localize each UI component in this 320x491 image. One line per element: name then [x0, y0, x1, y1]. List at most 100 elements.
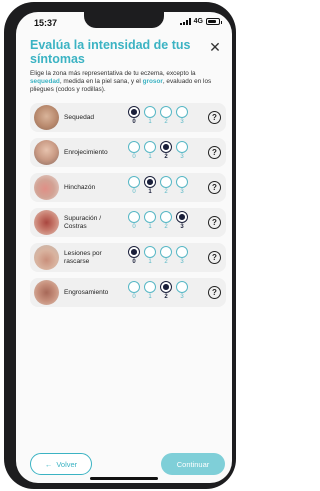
symptom-list: Sequedad 0 1 2 3? Enrojecimiento 0 1 2 3? Hinchazó… [30, 103, 226, 313]
intensity-value-label: 1 [148, 224, 152, 230]
symptom-row: Supuración / Costras 0 1 2 3? [30, 208, 226, 237]
symptom-label: Hinchazón [64, 183, 96, 191]
intensity-radio-2[interactable] [160, 211, 172, 223]
intensity-scale: 0 1 2 3 [128, 141, 188, 165]
intro-text-part: Elige la zona más representativa de tu e… [30, 70, 196, 77]
battery-icon [206, 18, 222, 25]
close-icon[interactable]: ✕ [208, 40, 222, 54]
intensity-value-label: 3 [180, 189, 184, 195]
intensity-value-label: 2 [164, 259, 168, 265]
help-icon[interactable]: ? [208, 216, 221, 229]
intensity-value-label: 2 [164, 154, 168, 160]
symptom-photo [34, 280, 59, 305]
symptom-row: Hinchazón 0 1 2 3? [30, 173, 226, 202]
back-button-label: Volver [56, 459, 78, 469]
phone-frame: 15:37 4G Evalúa la intensidad de tus sín… [4, 2, 236, 489]
intensity-radio-0[interactable] [128, 176, 140, 188]
intensity-value-label: 2 [164, 189, 168, 195]
intensity-value-label: 2 [164, 224, 168, 230]
status-indicators: 4G [179, 18, 222, 25]
intensity-value-label: 1 [148, 154, 152, 160]
symptom-photo [34, 140, 59, 165]
intensity-value-label: 3 [180, 224, 184, 230]
intensity-scale: 0 1 2 3 [128, 211, 188, 235]
intensity-radio-1[interactable] [144, 141, 156, 153]
intro-highlight-grosor: grosor [142, 78, 163, 85]
intensity-radio-3[interactable] [176, 211, 188, 223]
intensity-value-label: 2 [164, 119, 168, 125]
intensity-radio-0[interactable] [128, 211, 140, 223]
continue-button-label: Continuar [176, 459, 210, 469]
symptom-label: Enrojecimiento [64, 148, 108, 156]
intensity-radio-3[interactable] [176, 246, 188, 258]
symptom-photo [34, 175, 59, 200]
help-icon[interactable]: ? [208, 286, 221, 299]
intensity-value-label: 1 [148, 119, 152, 125]
arrow-left-icon: ← [44, 459, 53, 469]
symptom-photo [34, 210, 59, 235]
intensity-radio-3[interactable] [176, 281, 188, 293]
intensity-value-label: 0 [132, 189, 136, 195]
intensity-radio-0[interactable] [128, 106, 140, 118]
intensity-value-label: 0 [132, 154, 136, 160]
intensity-radio-1[interactable] [144, 211, 156, 223]
intensity-radio-2[interactable] [160, 246, 172, 258]
intensity-value-label: 1 [148, 259, 152, 265]
intensity-value-label: 0 [132, 294, 136, 300]
intensity-value-label: 3 [180, 259, 184, 265]
symptom-label: Engrosamiento [64, 288, 109, 296]
home-indicator [90, 477, 158, 480]
page-title: Evalúa la intensidad de tus síntomas [30, 38, 191, 66]
symptom-row: Lesiones por rascarse 0 1 2 3? [30, 243, 226, 272]
intensity-value-label: 3 [180, 154, 184, 160]
intensity-value-label: 2 [164, 294, 168, 300]
intensity-value-label: 1 [148, 294, 152, 300]
app-screen: 15:37 4G Evalúa la intensidad de tus sín… [16, 12, 232, 483]
network-label: 4G [193, 18, 203, 25]
symptom-row: Engrosamiento 0 1 2 3? [30, 278, 226, 307]
signal-icon [179, 18, 191, 25]
intensity-value-label: 1 [148, 189, 152, 195]
help-icon[interactable]: ? [208, 146, 221, 159]
intensity-radio-3[interactable] [176, 106, 188, 118]
intensity-radio-0[interactable] [128, 281, 140, 293]
status-time: 15:37 [34, 18, 58, 28]
intro-highlight-sequedad: sequedad [30, 78, 60, 85]
intensity-value-label: 0 [132, 259, 136, 265]
intensity-radio-1[interactable] [144, 176, 156, 188]
intensity-scale: 0 1 2 3 [128, 176, 188, 200]
symptom-label: Supuración / Costras [64, 214, 102, 230]
symptom-row: Enrojecimiento 0 1 2 3? [30, 138, 226, 167]
intro-text: Elige la zona más representativa de tu e… [30, 70, 222, 94]
intensity-radio-2[interactable] [160, 141, 172, 153]
intensity-radio-1[interactable] [144, 281, 156, 293]
intensity-value-label: 3 [180, 119, 184, 125]
intensity-value-label: 0 [132, 224, 136, 230]
help-icon[interactable]: ? [208, 111, 221, 124]
notch [84, 12, 164, 28]
intensity-scale: 0 1 2 3 [128, 281, 188, 305]
intensity-radio-3[interactable] [176, 176, 188, 188]
intensity-value-label: 0 [132, 119, 136, 125]
symptom-label: Sequedad [64, 113, 95, 121]
intensity-radio-0[interactable] [128, 246, 140, 258]
back-button[interactable]: ← Volver [30, 453, 92, 475]
intensity-scale: 0 1 2 3 [128, 246, 188, 270]
symptom-label: Lesiones por rascarse [64, 249, 102, 265]
intensity-radio-2[interactable] [160, 281, 172, 293]
symptom-row: Sequedad 0 1 2 3? [30, 103, 226, 132]
intensity-value-label: 3 [180, 294, 184, 300]
intensity-radio-0[interactable] [128, 141, 140, 153]
help-icon[interactable]: ? [208, 181, 221, 194]
intensity-radio-1[interactable] [144, 106, 156, 118]
symptom-photo [34, 105, 59, 130]
continue-button[interactable]: Continuar [161, 453, 225, 475]
help-icon[interactable]: ? [208, 251, 221, 264]
intensity-radio-2[interactable] [160, 106, 172, 118]
intensity-scale: 0 1 2 3 [128, 106, 188, 130]
symptom-photo [34, 245, 59, 270]
intensity-radio-2[interactable] [160, 176, 172, 188]
intro-text-part: , medida en la piel sana, y el [59, 78, 143, 85]
intensity-radio-3[interactable] [176, 141, 188, 153]
intensity-radio-1[interactable] [144, 246, 156, 258]
